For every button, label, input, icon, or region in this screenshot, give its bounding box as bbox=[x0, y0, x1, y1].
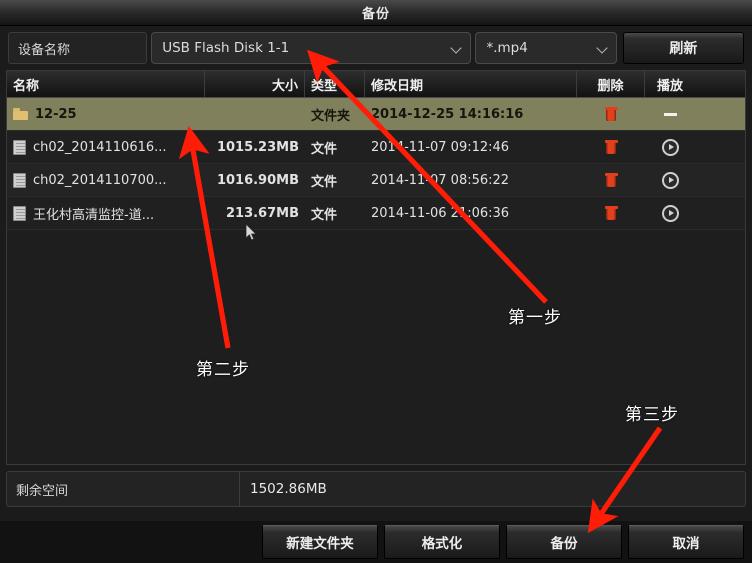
file-table-header: 名称 大小 类型 修改日期 删除 播放 bbox=[7, 71, 745, 98]
file-name-text: 12-25 bbox=[35, 106, 77, 122]
refresh-button[interactable]: 刷新 bbox=[622, 32, 744, 64]
table-row[interactable]: ch02_2014110616... 1015.23MB 文件 2014-11-07 … bbox=[7, 131, 745, 164]
table-row[interactable]: ch02_2014110700... 1016.90MB 文件 2014-11-07 … bbox=[7, 164, 745, 197]
cell-play[interactable] bbox=[645, 164, 695, 196]
device-name-label-text: 设备名称 bbox=[18, 42, 71, 58]
trash-icon[interactable] bbox=[604, 106, 618, 122]
filetype-select[interactable]: *.mp4 bbox=[475, 32, 617, 64]
cell-name: 王化村高清监控-道... bbox=[7, 197, 205, 229]
cell-delete[interactable] bbox=[577, 197, 645, 229]
free-space-row: 剩余空间 1502.86MB bbox=[6, 471, 746, 507]
format-button-label: 格式化 bbox=[421, 536, 463, 552]
cell-type: 文件 bbox=[311, 174, 338, 190]
file-name-text: 王化村高清监控-道... bbox=[33, 207, 155, 223]
file-name-text: ch02_2014110700... bbox=[33, 172, 167, 188]
file-icon bbox=[13, 205, 26, 221]
column-header-type[interactable]: 类型 bbox=[305, 71, 365, 97]
backup-button-label: 备份 bbox=[550, 536, 578, 552]
file-table-body: 12-25 文件夹 2014-12-25 14:16:16 ch02_20141106… bbox=[7, 98, 745, 464]
cell-date: 2014-11-07 08:56:22 bbox=[371, 172, 510, 188]
mouse-cursor bbox=[246, 224, 257, 241]
cell-name: ch02_2014110700... bbox=[7, 164, 205, 196]
cell-play[interactable] bbox=[645, 131, 695, 163]
cell-delete[interactable] bbox=[577, 164, 645, 196]
column-header-delete[interactable]: 删除 bbox=[577, 71, 645, 97]
refresh-button-label: 刷新 bbox=[669, 41, 698, 57]
trash-icon[interactable] bbox=[604, 172, 618, 188]
column-header-date[interactable]: 修改日期 bbox=[365, 71, 577, 97]
cell-delete[interactable] bbox=[577, 131, 645, 163]
table-row[interactable]: 王化村高清监控-道... 213.67MB 文件 2014-11-06 21:06:3… bbox=[7, 197, 745, 230]
cell-type: 文件 bbox=[311, 141, 338, 157]
cell-size: 1015.23MB bbox=[216, 139, 299, 155]
cell-name: ch02_2014110616... bbox=[7, 131, 205, 163]
chevron-down-icon bbox=[598, 43, 608, 53]
backup-button[interactable]: 备份 bbox=[506, 525, 622, 559]
chevron-down-icon bbox=[452, 43, 462, 53]
play-icon[interactable] bbox=[661, 204, 679, 222]
cancel-button-label: 取消 bbox=[672, 536, 700, 552]
cell-delete[interactable] bbox=[577, 98, 645, 130]
window-title: 备份 bbox=[361, 7, 390, 22]
file-table: 名称 大小 类型 修改日期 删除 播放 12-25 文件夹 2014-12-25 1… bbox=[6, 70, 746, 465]
file-icon bbox=[13, 172, 26, 188]
window-titlebar: 备份 bbox=[0, 0, 752, 26]
cell-type: 文件夹 bbox=[311, 108, 351, 124]
filetype-select-value: *.mp4 bbox=[486, 40, 528, 56]
new-folder-button[interactable]: 新建文件夹 bbox=[262, 525, 378, 559]
cell-size: 1016.90MB bbox=[216, 172, 299, 188]
cell-name: 12-25 bbox=[7, 98, 205, 130]
format-button[interactable]: 格式化 bbox=[384, 525, 500, 559]
device-select[interactable]: USB Flash Disk 1-1 bbox=[151, 32, 472, 64]
table-row[interactable]: 12-25 文件夹 2014-12-25 14:16:16 bbox=[7, 98, 745, 131]
cell-play[interactable] bbox=[645, 98, 695, 130]
file-name-text: ch02_2014110616... bbox=[33, 139, 167, 155]
play-icon[interactable] bbox=[661, 171, 679, 189]
file-icon bbox=[13, 139, 26, 155]
cell-date: 2014-11-06 21:06:36 bbox=[371, 205, 510, 221]
cell-type: 文件 bbox=[311, 207, 338, 223]
cell-play[interactable] bbox=[645, 197, 695, 229]
device-toolbar: 设备名称 USB Flash Disk 1-1 *.mp4 刷新 bbox=[0, 26, 752, 70]
device-select-value: USB Flash Disk 1-1 bbox=[162, 40, 290, 56]
device-name-label: 设备名称 bbox=[8, 32, 148, 64]
cell-date: 2014-12-25 14:16:16 bbox=[371, 106, 524, 122]
backup-dialog: 备份 设备名称 USB Flash Disk 1-1 *.mp4 刷新 名称 大… bbox=[0, 0, 752, 563]
folder-icon bbox=[13, 108, 28, 120]
cancel-button[interactable]: 取消 bbox=[628, 525, 744, 559]
free-space-label: 剩余空间 bbox=[7, 472, 240, 506]
free-space-value: 1502.86MB bbox=[250, 481, 327, 497]
play-icon[interactable] bbox=[661, 138, 679, 156]
column-header-size[interactable]: 大小 bbox=[205, 71, 305, 97]
trash-icon[interactable] bbox=[604, 139, 618, 155]
dialog-footer: 新建文件夹 格式化 备份 取消 bbox=[0, 521, 752, 563]
column-header-play[interactable]: 播放 bbox=[645, 71, 695, 97]
dash-icon bbox=[663, 112, 677, 116]
cell-size bbox=[205, 98, 305, 130]
cell-date: 2014-11-07 09:12:46 bbox=[371, 139, 510, 155]
new-folder-button-label: 新建文件夹 bbox=[286, 536, 354, 552]
trash-icon[interactable] bbox=[604, 205, 618, 221]
column-header-name[interactable]: 名称 bbox=[7, 71, 205, 97]
